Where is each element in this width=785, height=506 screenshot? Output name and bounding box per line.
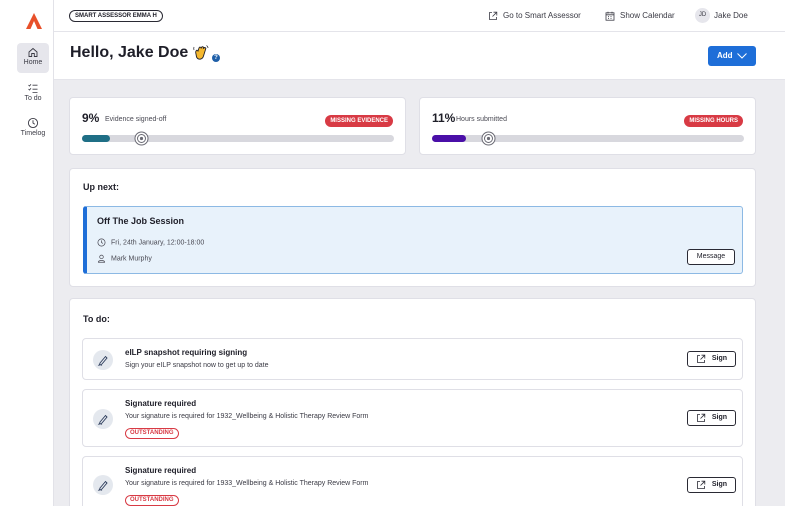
session-title: Off The Job Session bbox=[97, 216, 185, 226]
sign-button-label: Sign bbox=[711, 355, 727, 362]
outstanding-badge: OUTSTANDING bbox=[125, 495, 179, 506]
todo-item-title: Signature required bbox=[125, 466, 197, 475]
external-link-icon bbox=[489, 11, 498, 20]
external-link-icon bbox=[697, 480, 706, 489]
chevron-down-icon bbox=[737, 53, 747, 59]
evidence-label: Evidence signed-off bbox=[105, 116, 167, 123]
waving-hand-icon bbox=[193, 45, 209, 60]
hours-progress-card: 11% Hours submitted MISSING HOURS bbox=[419, 97, 756, 155]
user-menu[interactable]: JD Jake Doe bbox=[695, 8, 748, 24]
target-icon bbox=[134, 131, 149, 146]
signature-icon bbox=[93, 350, 113, 370]
clock-icon bbox=[97, 238, 106, 247]
sidebar: Home To do Timelog bbox=[0, 0, 54, 506]
session-person: Mark Murphy bbox=[111, 255, 152, 263]
sign-button[interactable]: Sign bbox=[687, 410, 736, 426]
message-button[interactable]: Message bbox=[687, 249, 735, 265]
list-item: Signature required Your signature is req… bbox=[82, 389, 743, 447]
assessor-selector[interactable]: SMART ASSESSOR EMMA H bbox=[69, 10, 163, 22]
add-button[interactable]: Add bbox=[708, 46, 756, 66]
sign-button[interactable]: Sign bbox=[687, 477, 736, 493]
page-title: Hello, Jake Doe bbox=[70, 44, 189, 61]
signature-icon bbox=[93, 409, 113, 429]
checklist-icon bbox=[28, 83, 38, 93]
sign-button-label: Sign bbox=[711, 414, 727, 421]
todo-title: To do: bbox=[83, 314, 110, 324]
up-next-card: Up next: Off The Job Session Fri, 24th J… bbox=[69, 168, 756, 287]
todo-item-desc: Sign your eILP snapshot now to get up to… bbox=[125, 362, 269, 369]
todo-card: To do: eILP snapshot requiring signing S… bbox=[69, 298, 756, 506]
session-card[interactable]: Off The Job Session Fri, 24th January, 1… bbox=[83, 206, 743, 274]
evidence-progress-bar bbox=[82, 131, 394, 146]
session-person-row: Mark Murphy bbox=[97, 254, 152, 263]
hours-progress-fill bbox=[432, 135, 467, 142]
outstanding-badge: OUTSTANDING bbox=[125, 428, 179, 439]
todo-item-title: Signature required bbox=[125, 399, 197, 408]
missing-hours-badge: MISSING HOURS bbox=[684, 115, 743, 127]
list-item: Signature required Your signature is req… bbox=[82, 456, 743, 506]
missing-evidence-badge: MISSING EVIDENCE bbox=[325, 115, 393, 127]
sidebar-item-label: Home bbox=[23, 59, 43, 66]
avatar: JD bbox=[695, 8, 710, 24]
show-calendar-link[interactable]: Show Calendar bbox=[605, 10, 675, 22]
todo-item-desc: Your signature is required for 1933_Well… bbox=[125, 480, 369, 487]
sidebar-item-timelog[interactable]: Timelog bbox=[17, 114, 49, 144]
user-name: Jake Doe bbox=[714, 11, 748, 20]
show-calendar-label: Show Calendar bbox=[620, 11, 675, 20]
list-item: eILP snapshot requiring signing Sign you… bbox=[82, 338, 743, 380]
up-next-title: Up next: bbox=[83, 182, 119, 192]
sidebar-item-home[interactable]: Home bbox=[17, 43, 49, 73]
session-datetime-row: Fri, 24th January, 12:00-18:00 bbox=[97, 238, 204, 247]
evidence-progress-fill bbox=[82, 135, 111, 142]
home-icon bbox=[28, 47, 38, 57]
top-bar: SMART ASSESSOR EMMA H Go to Smart Assess… bbox=[54, 0, 785, 32]
todo-item-title: eILP snapshot requiring signing bbox=[125, 348, 248, 357]
sidebar-item-label: Timelog bbox=[20, 130, 46, 137]
todo-item-desc: Your signature is required for 1932_Well… bbox=[125, 413, 369, 420]
calendar-icon bbox=[605, 11, 615, 21]
signature-icon bbox=[93, 475, 113, 495]
external-link-icon bbox=[697, 354, 706, 363]
add-button-label: Add bbox=[717, 51, 733, 60]
hours-percent: 11% bbox=[432, 111, 456, 125]
hours-label: Hours submitted bbox=[456, 116, 507, 123]
sign-button[interactable]: Sign bbox=[687, 351, 736, 367]
evidence-progress-card: 9% Evidence signed-off MISSING EVIDENCE bbox=[69, 97, 406, 155]
sidebar-item-label: To do bbox=[24, 95, 42, 102]
session-datetime: Fri, 24th January, 12:00-18:00 bbox=[111, 239, 205, 247]
help-icon[interactable]: ? bbox=[212, 54, 220, 62]
evidence-percent: 9% bbox=[82, 111, 100, 125]
sign-button-label: Sign bbox=[711, 481, 727, 488]
go-to-smart-assessor-label: Go to Smart Assessor bbox=[503, 11, 581, 20]
brand-logo bbox=[26, 13, 42, 29]
hours-progress-bar bbox=[432, 131, 744, 146]
external-link-icon bbox=[697, 413, 706, 422]
person-icon bbox=[97, 254, 106, 263]
clock-icon bbox=[27, 117, 39, 129]
go-to-smart-assessor-link[interactable]: Go to Smart Assessor bbox=[488, 10, 581, 22]
page-header: Hello, Jake Doe ? Add bbox=[54, 32, 785, 80]
target-icon bbox=[481, 131, 496, 146]
sidebar-item-todo[interactable]: To do bbox=[17, 79, 49, 109]
